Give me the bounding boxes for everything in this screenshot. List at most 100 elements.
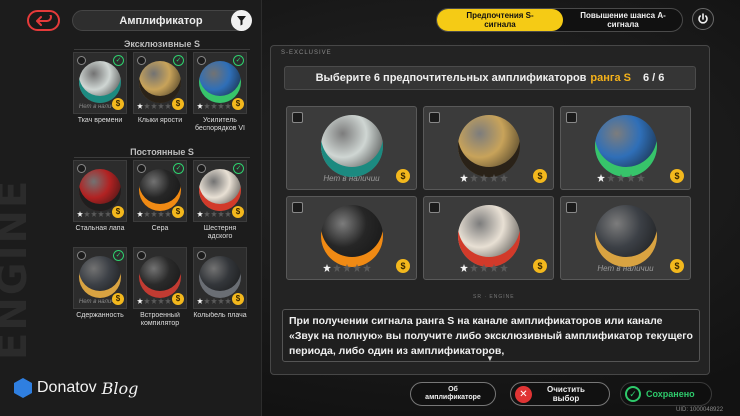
signal-tab-bar: Предпочтения S-сигнала Повышение шанса A… [436,8,683,32]
selected-amplifier-slot[interactable]: Нет в наличии $ [286,106,417,190]
amplifier-card-tile[interactable]: $ [193,247,247,309]
amplifier-orb-icon [457,115,520,178]
amplifier-card[interactable]: ✓ $ Шестерня адского [193,160,247,243]
amplifier-orb-icon [199,255,241,298]
slot-type-icon [292,202,303,213]
slot-type-icon [77,56,86,65]
selected-check-icon: ✓ [173,163,184,174]
amplifier-orb-icon [320,115,383,178]
amplifier-orb-icon [79,60,121,103]
about-amplifier-button[interactable]: Об амплификаторе [410,382,496,406]
amplifier-card-tile[interactable]: ✓ Нет в наличии $ [73,247,127,309]
amplifier-orb-icon [79,255,121,298]
amplifier-card-name: Усилитель беспорядков VI [194,117,245,132]
amplifier-card[interactable]: $ Стальная лапа [73,160,127,243]
tab-s-signal-preferences[interactable]: Предпочтения S-сигнала [437,9,563,31]
selected-amplifier-slot[interactable]: Нет в наличии $ [560,196,691,280]
star-icon [197,103,203,109]
star-icon [617,174,625,182]
star-icon [460,174,468,182]
slot-type-icon [77,251,86,260]
saved-button[interactable]: ✓ Сохранено [620,382,712,406]
star-icon [151,211,157,217]
amplifier-card-tile[interactable]: $ [73,160,127,222]
star-icon [333,264,341,272]
selection-header-prefix: Выберите 6 предпочтительных амплификатор… [315,72,587,84]
back-button[interactable] [27,10,60,31]
coin-icon: $ [112,293,124,305]
amplifier-orb-icon [457,205,520,268]
star-rating [460,174,508,182]
section-permanent: Постоянные S [74,146,250,158]
amplifier-card[interactable]: $ Колыбель плача [193,247,247,330]
star-icon [480,174,488,182]
star-icon [84,211,90,217]
star-rating [137,211,171,217]
star-rating [197,103,231,109]
star-icon [105,211,111,217]
star-icon [211,298,217,304]
watermark-suffix: Blog [101,378,139,398]
star-icon [470,264,478,272]
selected-amplifier-slot[interactable]: $ [423,196,554,280]
star-icon [500,264,508,272]
scroll-down-chevron-icon[interactable]: ▼ [486,354,494,363]
amplifier-card-tile[interactable]: ✓ $ [133,160,187,222]
tab-a-signal-label: Повышение шанса A-сигнала [580,11,666,29]
amplifier-card[interactable]: ✓ $ Сера [133,160,187,243]
amplifier-orb-icon [79,168,121,211]
star-icon [165,211,171,217]
star-icon [91,211,97,217]
amplifier-card-name: Стальная лапа [75,225,125,232]
exit-button[interactable] [692,8,714,30]
star-rating [77,211,111,217]
slot-type-icon [197,56,206,65]
amplifier-card-tile[interactable]: ✓ $ [193,52,247,114]
panel-foot-tag: SR · ENGINE [473,294,515,300]
amplifier-orb-icon [594,205,657,268]
panel-tag: S-EXCLUSIVE [281,50,332,56]
coin-icon: $ [533,259,547,273]
star-icon [225,103,231,109]
saved-check-icon: ✓ [625,386,641,402]
star-icon [480,264,488,272]
star-icon [204,211,210,217]
amplifier-card[interactable]: ✓ $ Усилитель беспорядков VI [193,52,247,135]
star-icon [500,174,508,182]
star-icon [158,211,164,217]
amplifier-card[interactable]: ✓ Нет в наличии $ Сдержанность [73,247,127,330]
star-icon [218,211,224,217]
tab-a-signal-boost[interactable]: Повышение шанса A-сигнала [563,9,683,31]
selected-check-icon: ✓ [233,55,244,66]
amplifier-card-tile[interactable]: ✓ $ [133,52,187,114]
amplifier-card-name: Встроенный компилятор [140,312,180,327]
amplifier-card[interactable]: $ Встроенный компилятор [133,247,187,330]
amplifier-orb-icon [320,205,383,268]
amplifier-card-tile[interactable]: $ [133,247,187,309]
amplifier-card[interactable]: ✓ $ Клыки ярости [133,52,187,135]
star-rating [197,298,231,304]
slot-type-icon [137,251,146,260]
watermark: Donatov Blog [14,378,138,398]
tab-s-signal-label: Предпочтения S-сигнала [466,11,534,29]
selected-amplifier-slot[interactable]: $ [286,196,417,280]
coin-icon: $ [396,169,410,183]
star-icon [165,298,171,304]
selected-amplifier-slot[interactable]: $ [560,106,691,190]
selected-amplifier-slot[interactable]: $ [423,106,554,190]
slot-type-icon [566,202,577,213]
saved-label: Сохранено [646,389,695,399]
amplifier-card-tile[interactable]: ✓ $ [193,160,247,222]
clear-selection-button[interactable]: ✕ Очистить выбор [510,382,610,406]
star-icon [137,211,143,217]
star-icon [158,298,164,304]
watermark-logo-icon [14,378,32,398]
star-icon [197,298,203,304]
clear-x-icon: ✕ [515,385,532,403]
amplifier-card-tile[interactable]: ✓ Нет в наличии $ [73,52,127,114]
section-exclusive: Эксклюзивные S [74,38,250,50]
filter-button[interactable] [231,10,252,31]
amplifier-card[interactable]: ✓ Нет в наличии $ Ткач времени [73,52,127,135]
amplifier-card-name: Сера [151,225,169,232]
star-icon [225,298,231,304]
